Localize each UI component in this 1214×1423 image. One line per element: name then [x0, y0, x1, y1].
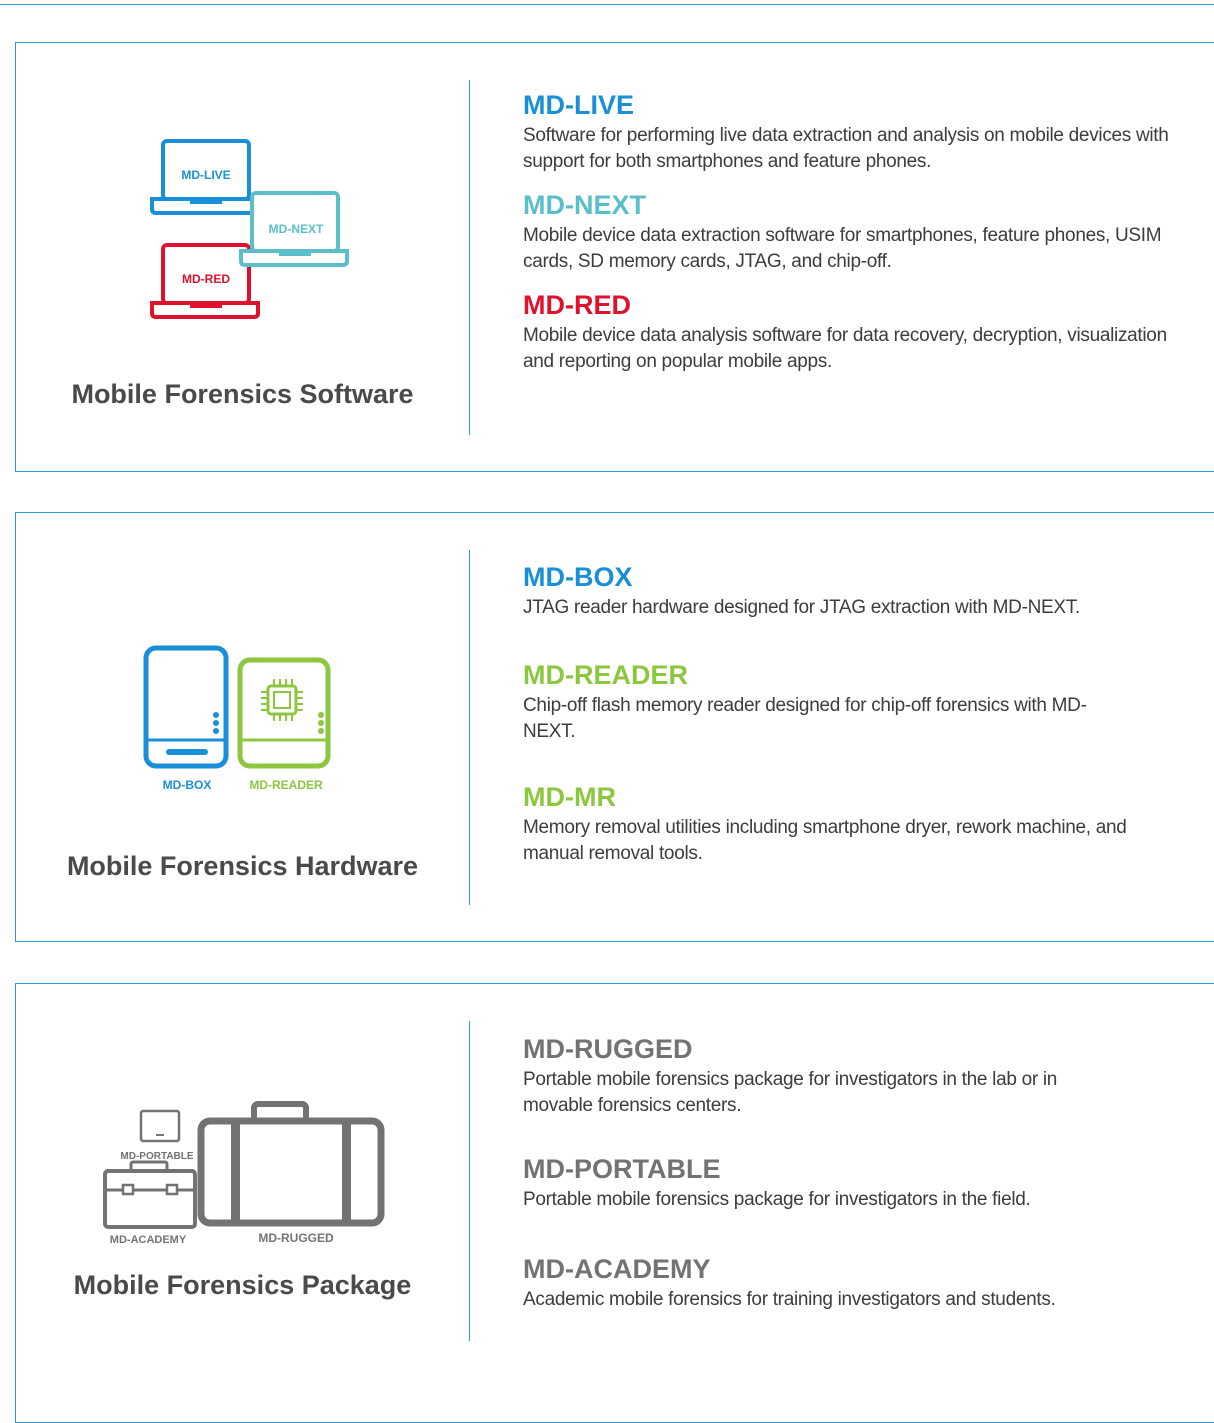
- item-title: MD-PORTABLE: [523, 1154, 721, 1184]
- item-title: MD-LIVE: [523, 90, 634, 120]
- item-md-academy: MD-ACADEMY Academic mobile forensics for…: [523, 1253, 1183, 1313]
- md-rugged-icon-label: MD-RUGGED: [258, 1231, 334, 1245]
- package-items: MD-RUGGED Portable mobile forensics pack…: [523, 1033, 1183, 1313]
- software-title: Mobile Forensics Software: [71, 379, 414, 409]
- item-description: Memory removal utilities including smart…: [523, 817, 1127, 864]
- item-title: MD-RUGGED: [523, 1034, 693, 1064]
- software-items: MD-LIVE Software for performing live dat…: [523, 89, 1183, 375]
- item-md-reader: MD-READER Chip-off flash memory reader d…: [523, 659, 1183, 745]
- item-md-box: MD-BOX JTAG reader hardware designed for…: [523, 561, 1183, 621]
- item-md-red: MD-RED Mobile device data analysis softw…: [523, 289, 1183, 375]
- item-md-next: MD-NEXT Mobile device data extraction so…: [523, 189, 1183, 275]
- hardware-items: MD-BOX JTAG reader hardware designed for…: [523, 561, 1183, 867]
- package-cases-icon: MD-PORTABLE MD-ACADEMY MD-RUGGED: [103, 1101, 385, 1246]
- item-title: MD-MR: [523, 782, 616, 812]
- vertical-divider: [469, 1021, 470, 1341]
- vertical-divider: [469, 80, 470, 435]
- md-box-icon-label: MD-BOX: [163, 778, 212, 792]
- vertical-divider: [469, 550, 470, 905]
- md-reader-icon-label: MD-READER: [249, 778, 323, 792]
- md-academy-icon-label: MD-ACADEMY: [110, 1234, 187, 1246]
- item-description: Chip-off flash memory reader designed fo…: [523, 695, 1087, 742]
- item-description: Mobile device data analysis software for…: [523, 325, 1167, 372]
- item-title: MD-NEXT: [523, 190, 646, 220]
- hardware-card: MD-BOX MD-READER Mobile Forensics Hardwa…: [15, 512, 1214, 942]
- item-description: Academic mobile forensics for training i…: [523, 1289, 1056, 1310]
- software-laptops-icon: MD-LIVE MD-RED MD-NEXT: [150, 139, 349, 319]
- hardware-title: Mobile Forensics Hardware: [66, 851, 419, 881]
- item-title: MD-ACADEMY: [523, 1254, 711, 1284]
- item-description: Software for performing live data extrac…: [523, 125, 1169, 172]
- hardware-devices-icon: MD-BOX MD-READER: [143, 645, 331, 792]
- item-title: MD-RED: [523, 290, 631, 320]
- item-md-mr: MD-MR Memory removal utilities including…: [523, 781, 1183, 867]
- md-portable-icon-label: MD-PORTABLE: [120, 1151, 193, 1162]
- top-divider-line: [0, 4, 1214, 5]
- package-title: Mobile Forensics Package: [73, 1270, 412, 1300]
- md-live-icon-label: MD-LIVE: [181, 168, 230, 182]
- item-title: MD-READER: [523, 660, 688, 690]
- item-md-portable: MD-PORTABLE Portable mobile forensics pa…: [523, 1153, 1183, 1213]
- md-red-icon-label: MD-RED: [182, 272, 230, 286]
- item-description: Portable mobile forensics package for in…: [523, 1189, 1031, 1210]
- item-md-rugged: MD-RUGGED Portable mobile forensics pack…: [523, 1033, 1183, 1119]
- package-card: MD-PORTABLE MD-ACADEMY MD-RUGGED Mobile …: [15, 983, 1214, 1423]
- item-md-live: MD-LIVE Software for performing live dat…: [523, 89, 1183, 175]
- md-next-icon-label: MD-NEXT: [269, 222, 324, 236]
- software-card: MD-LIVE MD-RED MD-NEXT Mobile Forensics …: [15, 42, 1214, 472]
- item-title: MD-BOX: [523, 562, 633, 592]
- item-description: JTAG reader hardware designed for JTAG e…: [523, 597, 1080, 618]
- item-description: Mobile device data extraction software f…: [523, 225, 1162, 272]
- item-description: Portable mobile forensics package for in…: [523, 1069, 1058, 1116]
